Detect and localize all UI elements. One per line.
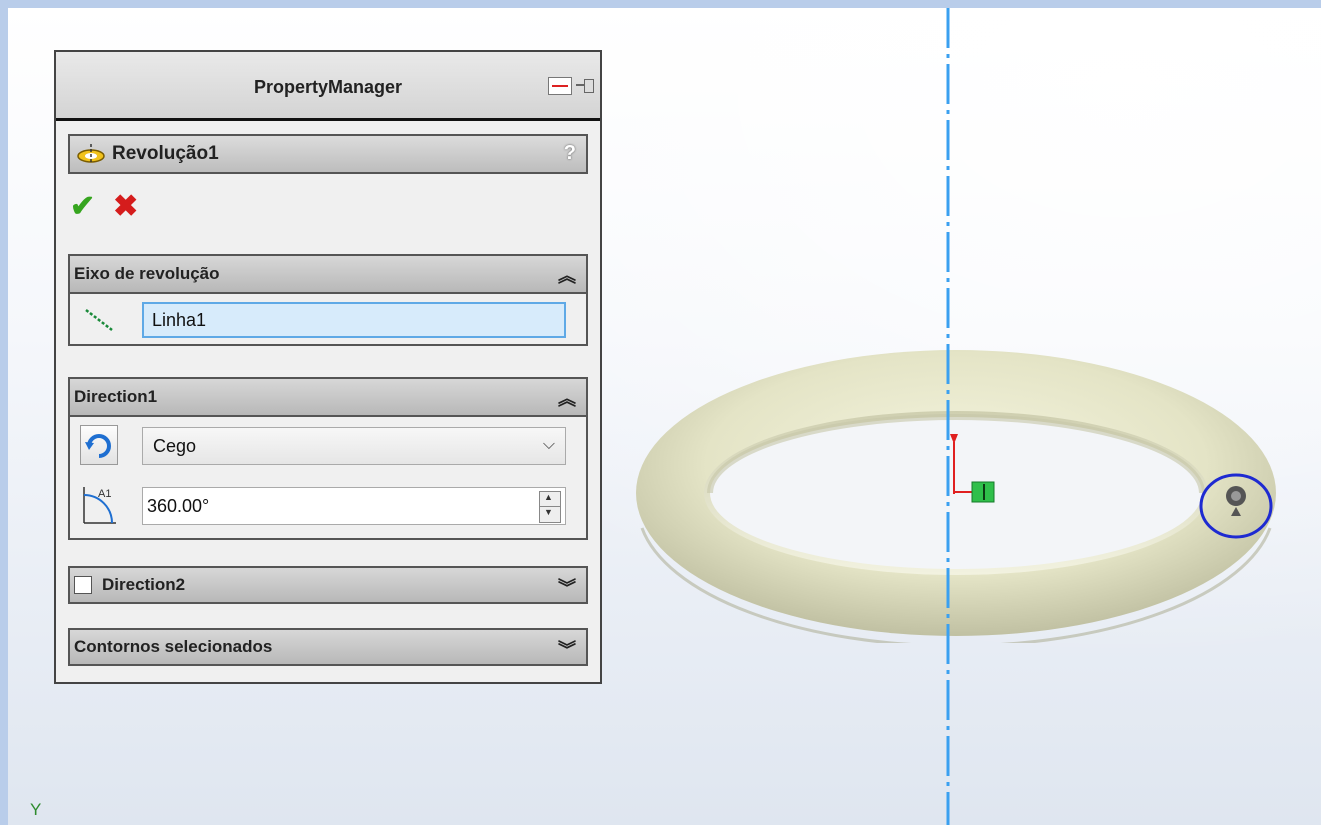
direction1-title: Direction1 [74, 387, 158, 406]
direction2-title: Direction2 [102, 575, 186, 594]
reverse-direction-icon [85, 434, 111, 458]
expand-icon[interactable]: ︾ [558, 574, 576, 600]
contours-header[interactable]: Contornos selecionados ︾ [70, 630, 586, 664]
contours-title: Contornos selecionados [74, 637, 273, 656]
collapse-icon[interactable]: ︽ [558, 385, 576, 411]
line-icon [85, 309, 113, 331]
feature-title-bar: Revolução1 ? [68, 134, 588, 174]
angle-spinner[interactable] [539, 491, 561, 523]
direction1-header[interactable]: Direction1 ︽ [70, 379, 586, 417]
collapse-icon[interactable]: ︽ [558, 262, 576, 288]
angle-value: 360.00° [147, 496, 210, 516]
property-manager-title: PropertyManager [253, 77, 403, 97]
direction1-group: Direction1 ︽ Cego ⌵ A1 360.00° ▲ ▼ [68, 377, 588, 540]
end-condition-value: Cego [153, 436, 197, 456]
expand-icon[interactable]: ︾ [558, 636, 576, 662]
profile-sketch-icon[interactable] [1198, 470, 1278, 540]
reverse-direction-button[interactable] [80, 425, 118, 465]
chevron-down-icon: ⌵ [542, 436, 555, 453]
property-manager-panel: PropertyManager Revolução1 ? ✔ ✖ Eixo de… [54, 50, 602, 684]
graphics-viewport[interactable]: Y PropertyManager Revolução1 ? ✔ ✖ Eixo … [8, 8, 1321, 825]
direction2-group: Direction2 ︾ [68, 566, 588, 604]
axis-group: Eixo de revolução ︽ Linha1 [68, 254, 588, 346]
y-axis-label: Y [30, 800, 42, 819]
direction2-header[interactable]: Direction2 ︾ [70, 568, 586, 602]
axis-selection-field[interactable]: Linha1 [142, 302, 566, 338]
angle-icon: A1 [83, 487, 116, 524]
cancel-button[interactable]: ✖ [113, 192, 138, 222]
origin-marker [950, 434, 995, 503]
axis-group-header[interactable]: Eixo de revolução ︽ [70, 256, 586, 294]
ok-button[interactable]: ✔ [70, 192, 95, 222]
axis-group-title: Eixo de revolução [74, 264, 220, 283]
axis-of-revolution[interactable] [946, 8, 950, 825]
angle-input[interactable]: 360.00° [142, 487, 566, 525]
revolve-icon [77, 144, 105, 164]
feature-name: Revolução1 [112, 143, 219, 164]
contours-group: Contornos selecionados ︾ [68, 628, 588, 666]
end-condition-select[interactable]: Cego ⌵ [142, 427, 566, 465]
property-manager-header: PropertyManager [56, 52, 600, 121]
help-icon[interactable]: ? [564, 142, 576, 165]
pin-icon[interactable] [576, 77, 594, 93]
svg-text:A1: A1 [98, 488, 111, 500]
collapse-all-icon[interactable] [548, 77, 572, 95]
direction2-checkbox[interactable] [74, 576, 92, 594]
